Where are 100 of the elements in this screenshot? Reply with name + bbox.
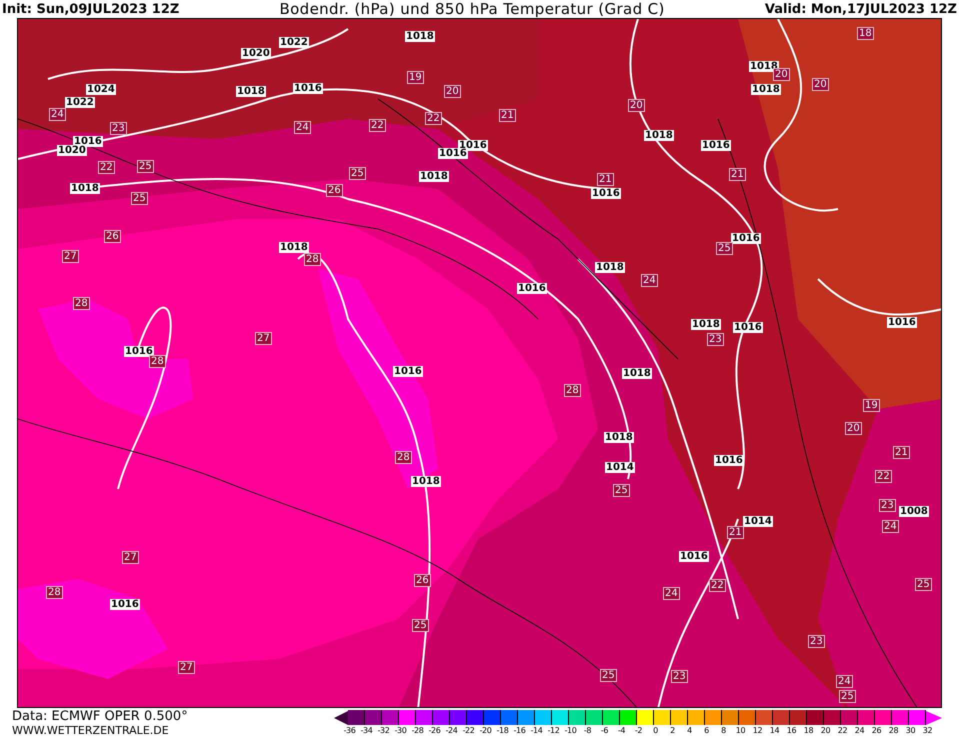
temperature-label: 26 [104, 230, 121, 243]
temperature-label: 28 [46, 586, 63, 599]
temperature-label: 23 [879, 499, 896, 512]
temperature-label: 28 [395, 451, 412, 464]
legend-tick-label: -4 [616, 726, 626, 736]
legend-tick-label: 14 [768, 726, 780, 736]
temperature-label: 28 [564, 384, 581, 397]
legend-tick-label: -34 [360, 726, 374, 736]
pressure-label: 1018 [70, 183, 100, 194]
temperature-label: 25 [349, 167, 366, 180]
temperature-label: 23 [110, 122, 127, 135]
temperature-label: 20 [444, 85, 461, 98]
pressure-label: 1020 [241, 48, 271, 59]
pressure-label: 1022 [279, 37, 309, 48]
legend-tick-label: -22 [462, 726, 476, 736]
temperature-label: 25 [412, 619, 429, 632]
pressure-label: 1016 [110, 599, 140, 610]
legend-tick-label: 12 [752, 726, 764, 736]
temperature-label: 27 [122, 551, 139, 564]
legend-tick-label: -18 [496, 726, 510, 736]
pressure-label: 1016 [731, 233, 761, 244]
legend-tick-label: -16 [512, 726, 526, 736]
temperature-label: 21 [729, 168, 746, 181]
pressure-label: 1018 [411, 476, 441, 487]
legend-right-arrow-icon [926, 710, 942, 724]
temperature-label: 27 [62, 250, 79, 263]
legend-tick-label: -2 [634, 726, 644, 736]
legend-tick-label: -14 [530, 726, 544, 736]
temperature-label: 21 [893, 446, 910, 459]
pressure-label: 1018 [236, 86, 266, 97]
legend-tick-label: 22 [836, 726, 848, 736]
temperature-label: 20 [628, 99, 645, 112]
temperature-label: 23 [707, 333, 724, 346]
pressure-label: 1016 [591, 188, 621, 199]
pressure-label: 1016 [393, 366, 423, 377]
pressure-label: 1008 [899, 506, 929, 517]
pressure-label: 1018 [749, 61, 779, 72]
legend-tick-label: -28 [410, 726, 424, 736]
valid-time: Valid: Mon,17JUL2023 12Z [764, 2, 957, 16]
temperature-label: 27 [178, 661, 195, 674]
legend-tick-label: -8 [582, 726, 592, 736]
legend-tick-label: -12 [546, 726, 560, 736]
pressure-label: 1018 [622, 368, 652, 379]
temperature-label: 24 [836, 675, 853, 688]
temperature-label: 22 [709, 579, 726, 592]
temperature-label: 21 [727, 526, 744, 539]
init-time: Init: Sun,09JUL2023 12Z [2, 2, 180, 16]
pressure-label: 1024 [86, 84, 116, 95]
temperature-label: 25 [137, 160, 154, 173]
legend-tick-label: 8 [720, 726, 727, 736]
data-source: Data: ECMWF OPER 0.500° [12, 709, 189, 724]
pressure-label: 1018 [751, 84, 781, 95]
pressure-label: 1014 [743, 516, 773, 527]
temperature-label: 25 [839, 690, 856, 703]
temperature-label: 22 [369, 119, 386, 132]
pressure-label: 1016 [733, 322, 763, 333]
temperature-label: 23 [671, 670, 688, 683]
temperature-label: 28 [304, 253, 321, 266]
temperature-label: 27 [255, 332, 272, 345]
temperature-label: 22 [875, 470, 892, 483]
pressure-label: 1022 [65, 97, 95, 108]
pressure-label: 1018 [604, 432, 634, 443]
temperature-label: 25 [613, 484, 630, 497]
temperature-label: 24 [49, 108, 66, 121]
temperature-label: 26 [326, 184, 343, 197]
temperature-label: 20 [812, 78, 829, 91]
temperature-label: 22 [425, 112, 442, 125]
pressure-label: 1018 [419, 171, 449, 182]
temperature-label: 19 [407, 71, 424, 84]
legend-tick-label: 16 [786, 726, 798, 736]
legend-tick-label: 20 [820, 726, 832, 736]
temperature-label: 19 [863, 399, 880, 412]
pressure-label: 1016 [293, 83, 323, 94]
legend-tick-label: 18 [802, 726, 814, 736]
legend-tick-label: -30 [394, 726, 408, 736]
pressure-label: 1018 [644, 130, 674, 141]
temperature-label: 24 [882, 520, 899, 533]
pressure-label: 1020 [57, 145, 87, 156]
temperature-label: 20 [773, 68, 790, 81]
legend-tick-label: -10 [564, 726, 578, 736]
legend-tick-label: -36 [342, 726, 356, 736]
temperature-label: 23 [808, 635, 825, 648]
temperature-label: 20 [845, 422, 862, 435]
temperature-label: 22 [98, 161, 115, 174]
temperature-label: 24 [663, 587, 680, 600]
pressure-label: 1016 [679, 551, 709, 562]
legend-tick-label: -26 [428, 726, 442, 736]
temperature-label: 28 [149, 355, 166, 368]
temperature-label: 26 [414, 574, 431, 587]
pressure-label: 1018 [595, 262, 625, 273]
legend-tick-label: -32 [376, 726, 390, 736]
temperature-label: 25 [600, 669, 617, 682]
pressure-label: 1014 [605, 462, 635, 473]
legend-tick-label: 6 [703, 726, 710, 736]
temperature-label: 25 [131, 192, 148, 205]
temperature-label: 25 [915, 578, 932, 591]
temperature-label: 24 [641, 274, 658, 287]
temperature-label: 24 [294, 121, 311, 134]
pressure-label: 1018 [405, 31, 435, 42]
pressure-label: 1016 [438, 148, 468, 159]
